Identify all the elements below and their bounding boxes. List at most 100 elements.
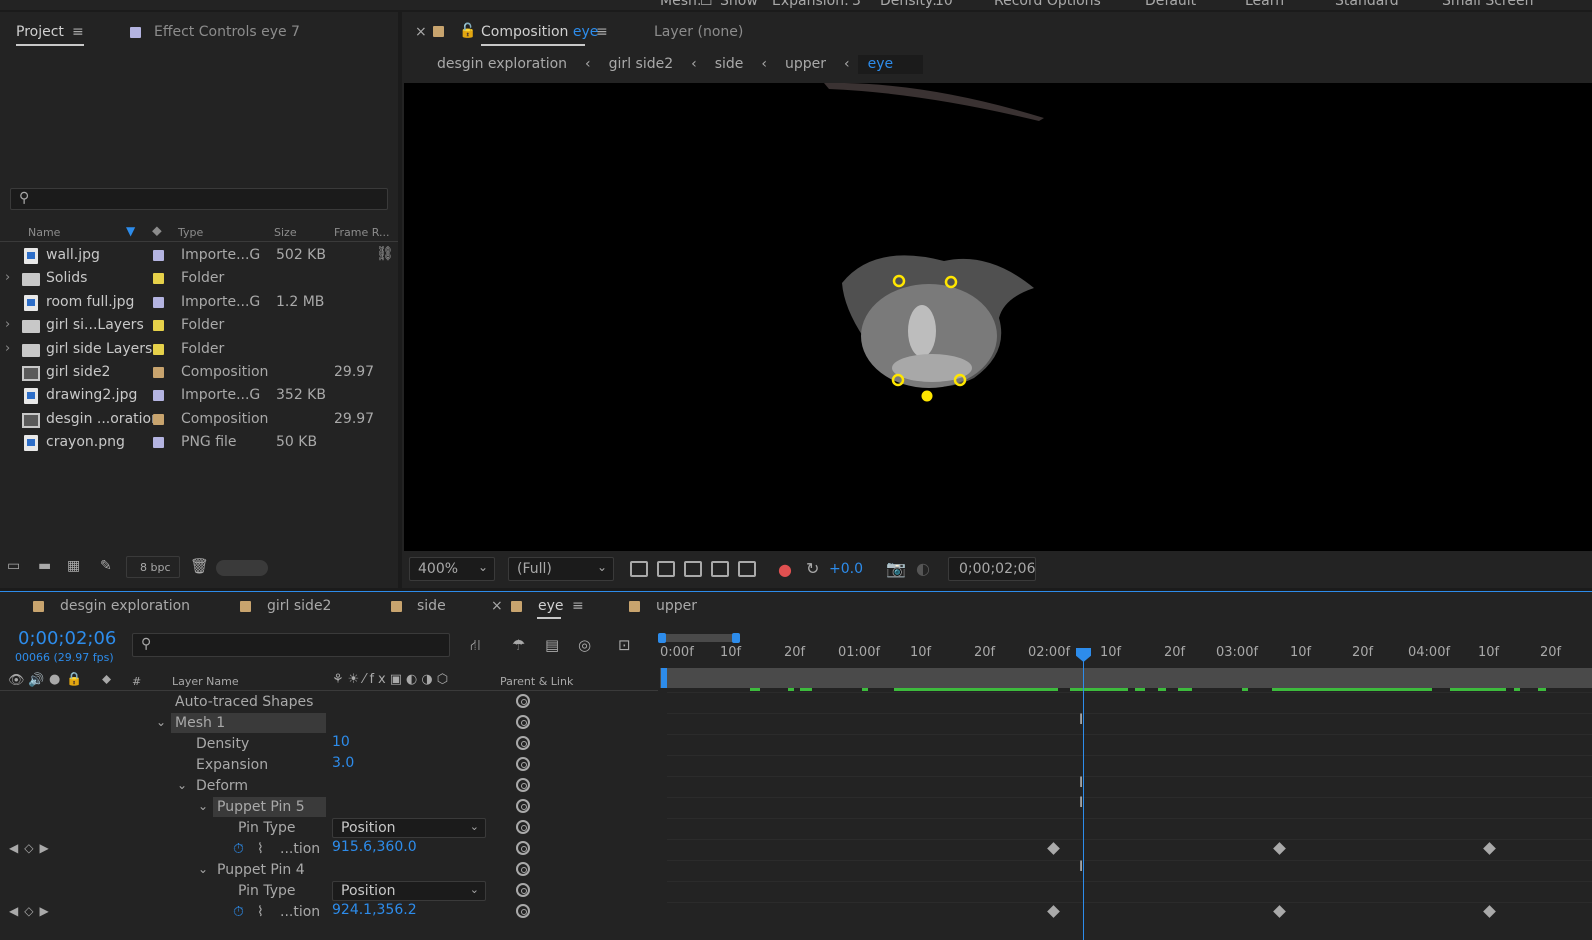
- close-icon[interactable]: ×: [491, 598, 503, 614]
- work-area-start-marker[interactable]: [661, 668, 667, 688]
- twirl-down-icon[interactable]: ⌄: [156, 715, 166, 729]
- grid-guides-icon[interactable]: [738, 561, 756, 577]
- thumbnail-slider[interactable]: [216, 560, 268, 576]
- pickwhip-icon[interactable]: [516, 862, 530, 876]
- tab-timeline-1[interactable]: girl side2: [267, 598, 331, 614]
- transparency-grid-icon[interactable]: [657, 561, 675, 577]
- column-type[interactable]: Type: [178, 226, 203, 239]
- property-row[interactable]: Auto-traced Shapes: [0, 692, 658, 713]
- zoom-dropdown[interactable]: 400% ⌄: [409, 557, 495, 581]
- record-options-button[interactable]: Record Options: [994, 0, 1101, 9]
- motion-blur-icon[interactable]: ◎: [578, 636, 591, 654]
- property-row[interactable]: ⌄ Deform: [0, 776, 658, 797]
- keyframe-navigator-icon[interactable]: ◀◇▶: [9, 904, 55, 918]
- pin-type-dropdown[interactable]: Position ⌄: [332, 818, 486, 838]
- pickwhip-icon[interactable]: [516, 715, 530, 729]
- resolution-dropdown[interactable]: (Full) ⌄: [508, 557, 614, 581]
- pickwhip-icon[interactable]: [516, 883, 530, 897]
- mask-visibility-icon[interactable]: [684, 561, 702, 577]
- property-row[interactable]: Pin Type Position ⌄: [0, 818, 658, 839]
- column-name[interactable]: Name: [28, 226, 60, 239]
- tab-effect-controls[interactable]: Effect Controls eye 7: [154, 24, 300, 40]
- label-color-swatch[interactable]: [153, 273, 164, 285]
- column-frame-rate[interactable]: Frame R...: [334, 226, 390, 239]
- navigator-end-handle[interactable]: [732, 633, 740, 643]
- composition-flowchart-icon[interactable]: ⛙: [470, 636, 481, 656]
- playhead-line[interactable]: [1083, 660, 1084, 940]
- graph-editor-icon[interactable]: ⊡: [618, 636, 631, 654]
- tab-timeline-2[interactable]: side: [417, 598, 446, 614]
- project-item[interactable]: room full.jpg Importe...G 1.2 MB: [0, 291, 376, 314]
- tab-composition[interactable]: Composition eye: [481, 24, 598, 40]
- viewer-timecode[interactable]: 0;00;02;06: [948, 557, 1036, 581]
- new-folder-icon[interactable]: ▬: [38, 558, 51, 574]
- project-item[interactable]: crayon.png PNG file 50 KB: [0, 431, 376, 454]
- tab-timeline-4[interactable]: upper: [656, 598, 697, 614]
- project-item[interactable]: › girl si...Layers Folder: [0, 314, 376, 337]
- property-value[interactable]: 10: [332, 734, 350, 750]
- property-row[interactable]: ◀◇▶ ⏱ ⌇ ...tion 915.6,360.0: [0, 839, 658, 860]
- twirl-down-icon[interactable]: ⌄: [177, 778, 187, 792]
- workspace-small-screen[interactable]: Small Screen: [1442, 0, 1533, 9]
- pickwhip-icon[interactable]: [516, 841, 530, 855]
- density-value[interactable]: 10: [935, 0, 953, 9]
- expand-chevron-icon[interactable]: ›: [5, 270, 10, 285]
- snapshot-camera-icon[interactable]: 📷: [886, 559, 906, 578]
- tab-timeline-3[interactable]: eye: [538, 598, 564, 614]
- column-size[interactable]: Size: [274, 226, 297, 239]
- property-value[interactable]: 3.0: [332, 755, 354, 771]
- audio-icon[interactable]: 🔊: [28, 673, 44, 688]
- project-menu-icon[interactable]: ≡: [72, 24, 84, 40]
- trash-icon[interactable]: 🗑: [190, 557, 209, 575]
- new-composition-icon[interactable]: ▦: [67, 558, 80, 574]
- workspace-default[interactable]: Default: [1145, 0, 1196, 9]
- time-ruler[interactable]: 0:00f 10f 20f 01:00f 10f 20f 02:00f 10f 20f 03:00…: [660, 645, 1592, 665]
- breadcrumb-item[interactable]: girl side2: [599, 56, 683, 72]
- breadcrumb-item[interactable]: upper: [775, 56, 836, 72]
- project-item[interactable]: girl side2 Composition 29.97: [0, 361, 376, 384]
- solo-icon[interactable]: ●: [49, 672, 60, 687]
- graph-icon[interactable]: ⌇: [257, 904, 264, 920]
- fast-previews-icon[interactable]: [630, 561, 648, 577]
- pickwhip-icon[interactable]: [516, 799, 530, 813]
- breadcrumb-item[interactable]: side: [705, 56, 754, 72]
- tab-project[interactable]: Project: [16, 24, 64, 40]
- property-row[interactable]: Expansion 3.0: [0, 755, 658, 776]
- puppet-pin-selected[interactable]: [921, 390, 933, 402]
- twirl-down-icon[interactable]: ⌄: [198, 799, 208, 813]
- lock-icon[interactable]: 🔒: [66, 672, 82, 687]
- expand-chevron-icon[interactable]: ›: [5, 341, 10, 356]
- work-area-navigator[interactable]: [658, 633, 740, 643]
- flowchart-icon[interactable]: ⛓: [376, 246, 394, 262]
- navigator-start-handle[interactable]: [658, 633, 666, 643]
- show-mesh-checkbox[interactable]: ☐: [700, 0, 713, 9]
- project-settings-icon[interactable]: ✎: [100, 558, 112, 574]
- timeline-menu-icon[interactable]: ≡: [572, 598, 584, 614]
- exposure-value[interactable]: +0.0: [829, 561, 863, 577]
- breadcrumb-item[interactable]: desgin exploration: [415, 56, 577, 72]
- property-row[interactable]: ⌄ Mesh 1: [0, 713, 658, 734]
- property-value[interactable]: 924.1,356.2: [332, 902, 417, 918]
- property-value[interactable]: 915.6,360.0: [332, 839, 417, 855]
- keyframe-navigator-icon[interactable]: ◀◇▶: [9, 841, 55, 855]
- label-color-swatch[interactable]: [153, 343, 164, 355]
- pickwhip-icon[interactable]: [516, 904, 530, 918]
- project-item[interactable]: wall.jpg Importe...G 502 KB: [0, 244, 376, 267]
- bit-depth-button[interactable]: 8 bpc: [126, 556, 180, 578]
- tab-timeline-0[interactable]: desgin exploration: [60, 598, 190, 614]
- tab-layer[interactable]: Layer (none): [654, 24, 743, 40]
- column-layer-name[interactable]: Layer Name: [172, 675, 239, 688]
- pickwhip-icon[interactable]: [516, 820, 530, 834]
- color-channels-icon[interactable]: ●: [778, 560, 792, 579]
- lock-icon[interactable]: 🔓: [459, 23, 476, 39]
- breadcrumb-item-current[interactable]: eye: [857, 54, 924, 74]
- pickwhip-icon[interactable]: [516, 757, 530, 771]
- graph-icon[interactable]: ⌇: [257, 841, 264, 857]
- label-color-swatch[interactable]: [153, 437, 164, 449]
- label-color-swatch[interactable]: [153, 320, 164, 332]
- shy-layers-icon[interactable]: ☂: [512, 636, 525, 654]
- composition-viewer[interactable]: [404, 83, 1592, 551]
- reset-exposure-icon[interactable]: ↻: [806, 559, 819, 578]
- label-color-swatch[interactable]: [153, 250, 164, 261]
- property-row[interactable]: ⌄ Puppet Pin 5: [0, 797, 658, 818]
